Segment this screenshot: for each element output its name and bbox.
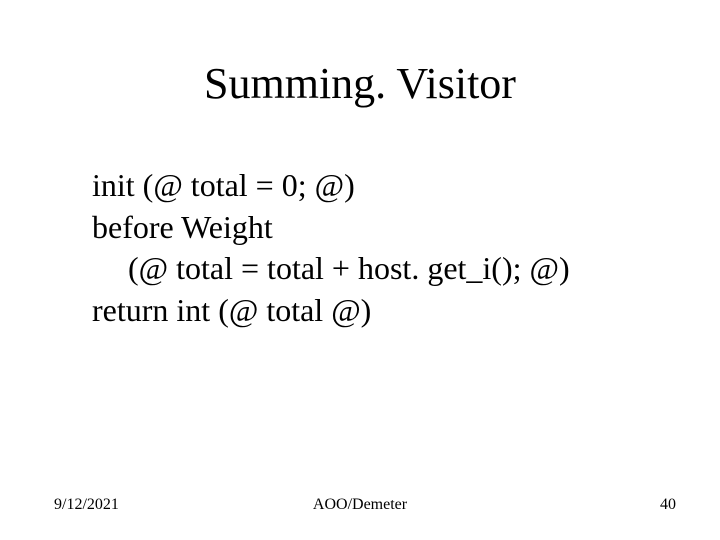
code-line-4: return int (@ total @) bbox=[92, 290, 652, 332]
footer-center: AOO/Demeter bbox=[0, 496, 720, 514]
slide-body: init (@ total = 0; @) before Weight (@ t… bbox=[92, 165, 652, 331]
footer-page-number: 40 bbox=[660, 496, 676, 514]
slide-title: Summing. Visitor bbox=[0, 58, 720, 109]
code-line-3: (@ total = total + host. get_i(); @) bbox=[92, 248, 652, 290]
code-line-1: init (@ total = 0; @) bbox=[92, 165, 652, 207]
slide: Summing. Visitor init (@ total = 0; @) b… bbox=[0, 0, 720, 540]
code-line-2: before Weight bbox=[92, 207, 652, 249]
